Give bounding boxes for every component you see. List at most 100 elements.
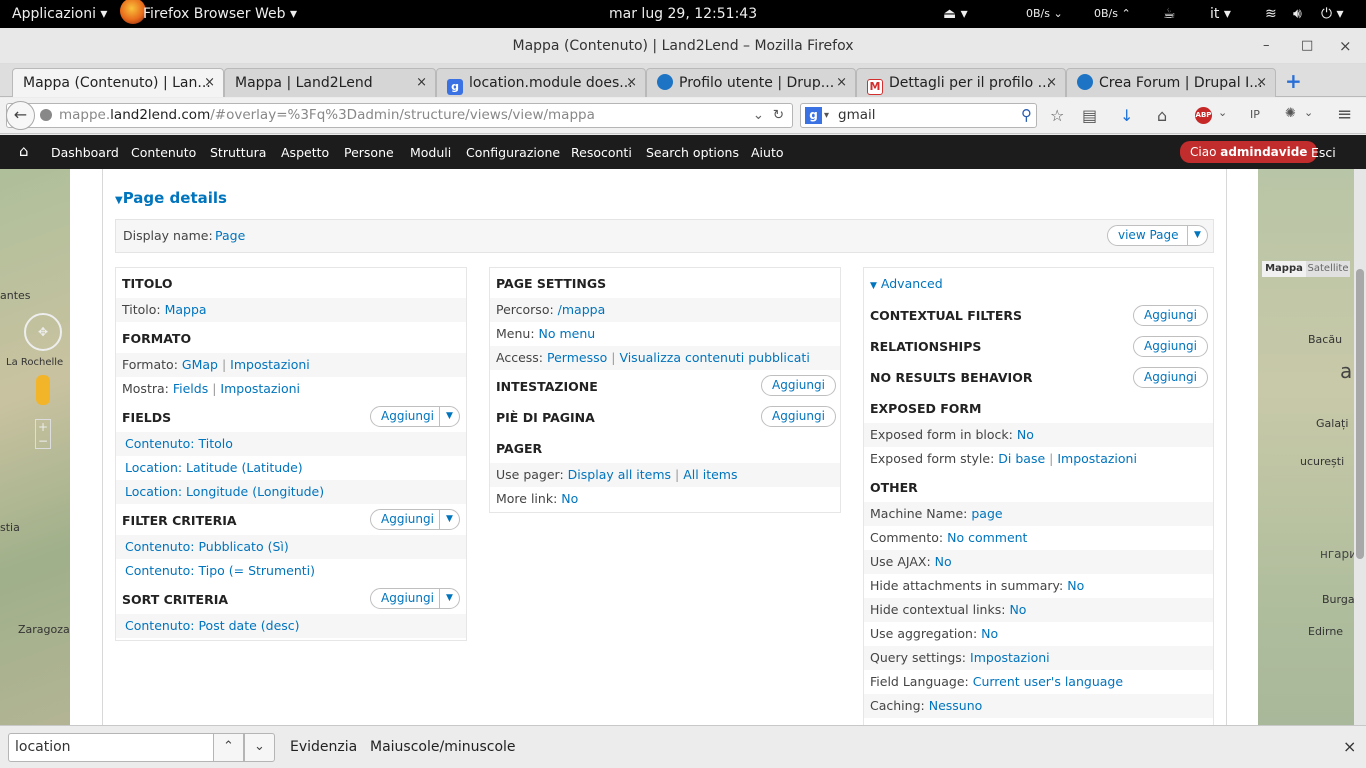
more-link-value[interactable]: No bbox=[561, 491, 578, 506]
field-link[interactable]: Location: Latitude (Latitude) bbox=[125, 460, 303, 475]
other-value-link[interactable]: No bbox=[981, 626, 998, 641]
footer-add-button[interactable]: Aggiungi bbox=[761, 406, 836, 427]
tab-dettagli-profilo[interactable]: M Dettagli per il profilo ... × bbox=[856, 68, 1066, 97]
dropdown-arrow-icon[interactable]: ▼ bbox=[1187, 226, 1207, 245]
volume-icon[interactable]: 🔊︎ bbox=[1293, 6, 1302, 22]
filter-link[interactable]: Contenuto: Tipo (= Strumenti) bbox=[125, 563, 315, 578]
clock[interactable]: mar lug 29, 12:51:43 bbox=[609, 6, 757, 22]
fields-add-button[interactable]: Aggiungi ▼ bbox=[370, 406, 460, 427]
close-find-bar-button[interactable]: × bbox=[1343, 737, 1356, 756]
ip-icon[interactable]: IP bbox=[1250, 108, 1260, 121]
sort-link[interactable]: Contenuto: Post date (desc) bbox=[125, 618, 300, 633]
close-window-button[interactable]: × bbox=[1339, 28, 1352, 64]
dropdown-arrow-icon[interactable]: ▼ bbox=[439, 407, 459, 426]
logout-link[interactable]: Esci bbox=[1311, 145, 1336, 160]
advanced-toggle[interactable]: ▼ Advanced bbox=[864, 272, 1213, 298]
tab-mappa-contenuto[interactable]: Mappa (Contenuto) | Lan... × bbox=[12, 68, 224, 97]
back-button[interactable]: ← bbox=[6, 101, 35, 130]
field-item[interactable]: Location: Longitude (Longitude) bbox=[116, 480, 466, 504]
menu-resoconti[interactable]: Resoconti bbox=[571, 145, 632, 160]
reading-list-icon[interactable]: ▤ bbox=[1082, 106, 1097, 125]
mostra-link[interactable]: Fields bbox=[173, 381, 208, 396]
field-link[interactable]: Contenuto: Titolo bbox=[125, 436, 233, 451]
find-next-button[interactable]: ⌄ bbox=[244, 733, 275, 762]
exposed-block-link[interactable]: No bbox=[1017, 427, 1034, 442]
keyboard-layout[interactable]: it ▾ bbox=[1210, 6, 1231, 22]
maximize-button[interactable]: □ bbox=[1301, 28, 1313, 64]
close-tab-icon[interactable]: × bbox=[1046, 69, 1057, 97]
engine-dropdown-icon[interactable]: ▾ bbox=[824, 104, 829, 127]
map-type-satellite[interactable]: Satellite bbox=[1306, 261, 1350, 277]
google-engine-icon[interactable]: g bbox=[805, 107, 822, 124]
scrollbar-thumb[interactable] bbox=[1356, 269, 1364, 559]
view-page-button[interactable]: view Page ▼ bbox=[1107, 225, 1208, 246]
menu-aiuto[interactable]: Aiuto bbox=[751, 145, 784, 160]
percorso-link[interactable]: /mappa bbox=[558, 302, 606, 317]
menu-search-options[interactable]: Search options bbox=[646, 145, 739, 160]
close-tab-icon[interactable]: × bbox=[416, 69, 427, 97]
close-tab-icon[interactable]: × bbox=[1256, 69, 1267, 97]
advanced-link[interactable]: Advanced bbox=[881, 276, 943, 291]
field-item[interactable]: Contenuto: Titolo bbox=[116, 432, 466, 456]
wifi-icon[interactable]: ≋ bbox=[1265, 6, 1277, 22]
reload-icon[interactable]: ↻ bbox=[773, 104, 784, 127]
minimize-button[interactable]: – bbox=[1263, 28, 1270, 64]
user-greeting[interactable]: Ciao admindavide bbox=[1180, 141, 1318, 163]
other-value-link[interactable]: page bbox=[971, 506, 1002, 521]
no-results-add-button[interactable]: Aggiungi bbox=[1133, 367, 1208, 388]
page-details-toggle[interactable]: ▼Page details bbox=[115, 189, 227, 207]
hamburger-menu-icon[interactable]: ≡ bbox=[1337, 104, 1352, 125]
menu-aspetto[interactable]: Aspetto bbox=[281, 145, 329, 160]
app-menu[interactable]: Firefox Browser Web ▾ bbox=[143, 6, 297, 22]
header-add-button[interactable]: Aggiungi bbox=[761, 375, 836, 396]
other-value-link[interactable]: No bbox=[935, 554, 952, 569]
net-up-indicator[interactable]: 0B/s ⌃ bbox=[1094, 7, 1131, 20]
pager-items-link[interactable]: All items bbox=[683, 467, 737, 482]
match-case-button[interactable]: Maiuscole/minuscole bbox=[370, 739, 516, 755]
other-value-link[interactable]: No comment bbox=[947, 530, 1027, 545]
field-link[interactable]: Location: Longitude (Longitude) bbox=[125, 484, 324, 499]
close-tab-icon[interactable]: × bbox=[836, 69, 847, 97]
display-name-link[interactable]: Page bbox=[215, 228, 245, 243]
extension-dropdown-icon[interactable]: ⌄ bbox=[1304, 106, 1313, 119]
formato-link[interactable]: GMap bbox=[182, 357, 218, 372]
access-permission-link[interactable]: Visualizza contenuti pubblicati bbox=[619, 350, 809, 365]
other-value-link[interactable]: Nessuno bbox=[929, 698, 983, 713]
close-tab-icon[interactable]: × bbox=[626, 69, 637, 97]
menu-persone[interactable]: Persone bbox=[344, 145, 394, 160]
filter-item[interactable]: Contenuto: Tipo (= Strumenti) bbox=[116, 559, 466, 583]
home-icon[interactable]: ⌂ bbox=[1157, 106, 1167, 125]
applications-menu[interactable]: Applicazioni ▾ bbox=[12, 6, 107, 22]
sort-item[interactable]: Contenuto: Post date (desc) bbox=[116, 614, 466, 638]
home-icon[interactable]: ⌂ bbox=[19, 142, 29, 160]
titolo-link[interactable]: Mappa bbox=[165, 302, 207, 317]
bookmark-star-icon[interactable]: ☆ bbox=[1050, 106, 1064, 125]
menu-struttura[interactable]: Struttura bbox=[210, 145, 266, 160]
menu-contenuto[interactable]: Contenuto bbox=[131, 145, 196, 160]
url-bar[interactable]: mappe.land2lend.com/#overlay=%3Fq%3Dadmi… bbox=[6, 103, 793, 128]
mostra-settings-link[interactable]: Impostazioni bbox=[220, 381, 300, 396]
formato-settings-link[interactable]: Impostazioni bbox=[230, 357, 310, 372]
find-previous-button[interactable]: ⌃ bbox=[213, 733, 244, 762]
sort-add-button[interactable]: Aggiungi ▼ bbox=[370, 588, 460, 609]
tab-profilo-utente[interactable]: Profilo utente | Drup... × bbox=[646, 68, 856, 97]
other-value-link[interactable]: Current user's language bbox=[973, 674, 1123, 689]
dropdown-arrow-icon[interactable]: ▼ bbox=[439, 589, 459, 608]
menu-dashboard[interactable]: Dashboard bbox=[51, 145, 119, 160]
exposed-style-settings-link[interactable]: Impostazioni bbox=[1057, 451, 1137, 466]
downloads-icon[interactable]: ↓ bbox=[1120, 106, 1133, 125]
site-identity-icon[interactable] bbox=[40, 109, 52, 121]
close-tab-icon[interactable]: × bbox=[204, 69, 215, 97]
filter-item[interactable]: Contenuto: Pubblicato (Sì) bbox=[116, 535, 466, 559]
vertical-scrollbar[interactable] bbox=[1354, 169, 1366, 725]
new-tab-button[interactable]: + bbox=[1285, 69, 1302, 93]
contextual-add-button[interactable]: Aggiungi bbox=[1133, 305, 1208, 326]
highlight-all-button[interactable]: Evidenzia bbox=[290, 739, 357, 755]
search-icon[interactable]: ⚲ bbox=[1021, 104, 1032, 127]
relationships-add-button[interactable]: Aggiungi bbox=[1133, 336, 1208, 357]
map-pan-control[interactable]: ✥ bbox=[24, 313, 62, 351]
field-item[interactable]: Location: Latitude (Latitude) bbox=[116, 456, 466, 480]
filter-link[interactable]: Contenuto: Pubblicato (Sì) bbox=[125, 539, 289, 554]
history-dropdown-icon[interactable]: ⌄ bbox=[753, 104, 764, 127]
access-link[interactable]: Permesso bbox=[547, 350, 607, 365]
